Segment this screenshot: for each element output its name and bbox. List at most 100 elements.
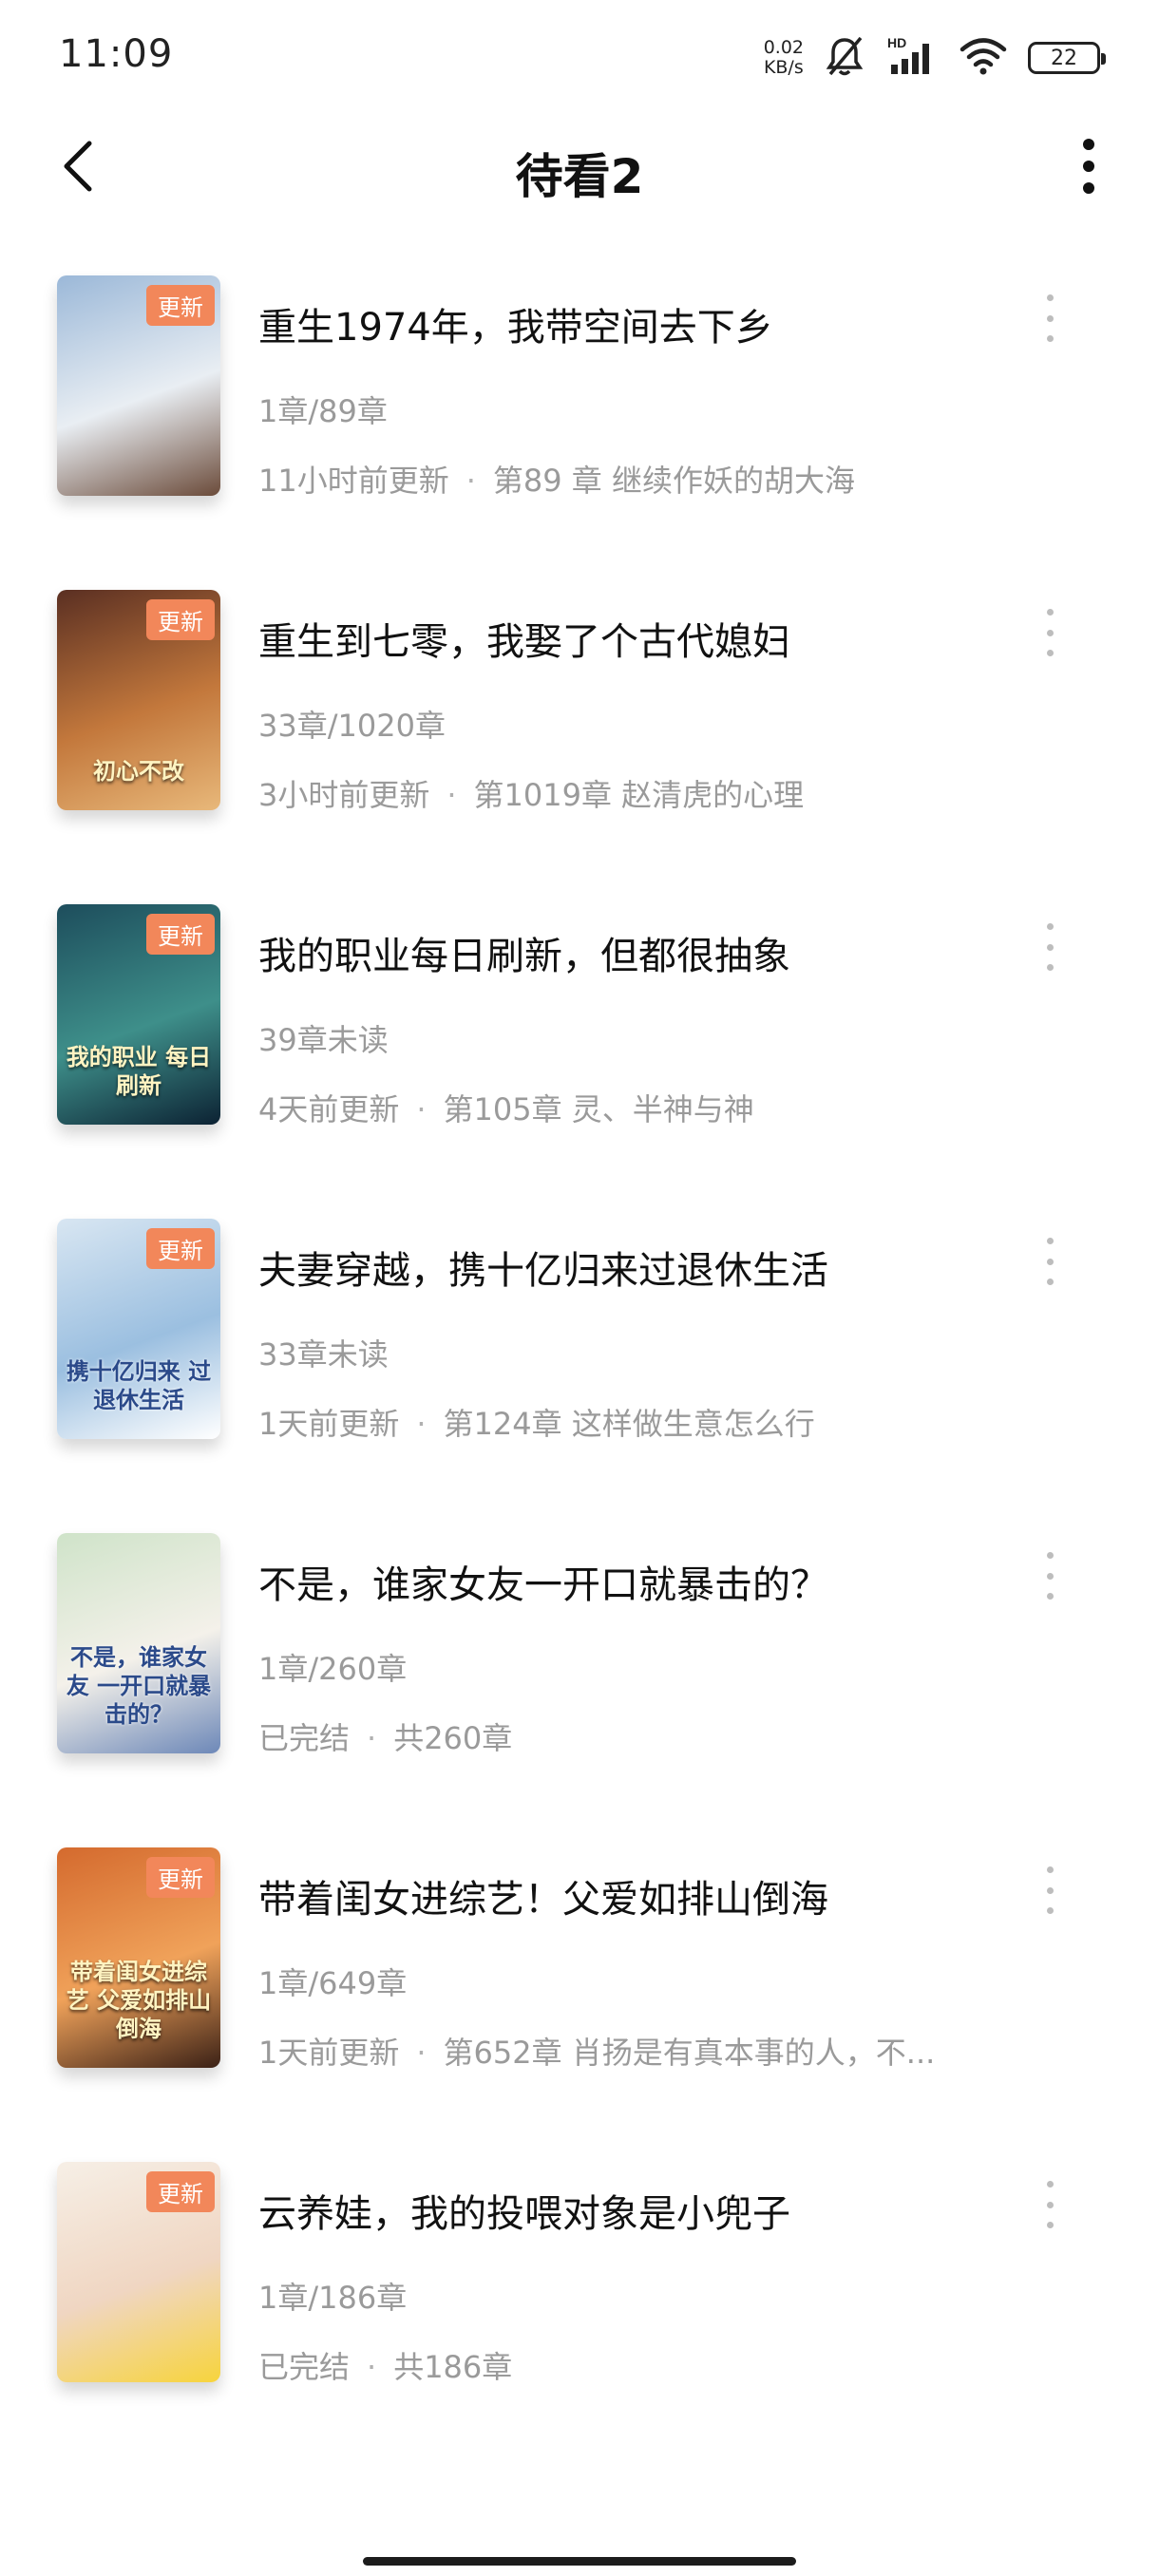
more-dot-icon	[1046, 1866, 1054, 1873]
wifi-icon	[960, 37, 1007, 79]
latest-chapter: 第124章 这样做生意怎么行	[443, 1406, 815, 1442]
book-cover[interactable]: 更新	[57, 2162, 220, 2382]
update-time: 3小时前更新	[258, 777, 430, 813]
item-more-button[interactable]	[1036, 294, 1064, 342]
more-dot-icon	[1046, 1279, 1054, 1285]
book-list-item[interactable]: 携十亿归来 过退休生活 更新夫妻穿越，携十亿归来过退休生活 33章未读 1天前更新 · 第…	[0, 1219, 1159, 1533]
book-title: 重生1974年，我带空间去下乡	[258, 306, 773, 350]
book-progress: 1章/186章	[258, 2280, 408, 2316]
book-list: 更新 重生1974年，我带空间去下乡 1章/89章 11小时前更新 · 第89 章 继续作…	[0, 275, 1159, 2476]
cover-title-text: 不是，谁家女友 一开口就暴击的？	[66, 1644, 212, 1728]
separator-dot: ·	[416, 2035, 427, 2071]
more-dot-icon	[1046, 1886, 1054, 1894]
home-indicator[interactable]	[363, 2557, 796, 2566]
book-update-info: 3小时前更新 · 第1019章 赵清虎的心理	[258, 771, 804, 815]
update-badge: 更新	[146, 2171, 215, 2212]
more-options-button[interactable]	[1060, 135, 1117, 198]
more-dot-icon	[1046, 2201, 1054, 2208]
item-more-button[interactable]	[1036, 2181, 1064, 2228]
book-progress: 33章/1020章	[258, 708, 446, 744]
network-speed: 0.02 KB/s	[764, 38, 804, 78]
status-icons: 0.02 KB/s HD 22	[764, 34, 1106, 82]
item-more-button[interactable]	[1036, 1238, 1064, 1285]
more-dot-icon	[1046, 629, 1054, 636]
more-dot-icon	[1046, 1907, 1054, 1914]
network-speed-value: 0.02	[763, 37, 804, 58]
more-dot-icon	[1046, 943, 1054, 951]
book-title: 不是，谁家女友一开口就暴击的？	[258, 1563, 828, 1607]
book-update-info: 已完结 · 共186章	[258, 2343, 512, 2387]
book-cover[interactable]: 不是，谁家女友 一开口就暴击的？	[57, 1533, 220, 1753]
page-title: 待看2	[515, 149, 644, 204]
update-badge: 更新	[146, 914, 215, 955]
latest-chapter: 共186章	[393, 2349, 513, 2385]
status-time: 11:09	[59, 32, 174, 76]
book-list-item[interactable]: 更新重生1974年，我带空间去下乡 1章/89章 11小时前更新 · 第89 章 继续作…	[0, 275, 1159, 590]
book-title: 重生到七零，我娶了个古代媳妇	[258, 620, 790, 664]
book-cover[interactable]: 携十亿归来 过退休生活 更新	[57, 1219, 220, 1439]
latest-chapter: 共260章	[393, 1720, 513, 1756]
signal-icon: HD	[885, 34, 939, 82]
book-title: 我的职业每日刷新，但都很抽象	[258, 935, 790, 978]
bell-muted-icon	[825, 34, 864, 82]
book-progress: 33章未读	[258, 1336, 389, 1373]
book-progress: 39章未读	[258, 1022, 389, 1058]
item-more-button[interactable]	[1036, 609, 1064, 656]
update-time: 1天前更新	[258, 2035, 400, 2071]
more-dot-icon	[1046, 2181, 1054, 2188]
book-update-info: 1天前更新 · 第124章 这样做生意怎么行	[258, 1400, 815, 1444]
more-dot-icon	[1046, 294, 1054, 301]
more-dot-icon	[1046, 609, 1054, 616]
cover-title-text: 我的职业 每日刷新	[66, 1044, 212, 1099]
book-title: 夫妻穿越，携十亿归来过退休生活	[258, 1249, 828, 1293]
more-dot-icon	[1046, 1238, 1054, 1244]
separator-dot: ·	[446, 777, 457, 813]
network-speed-unit: KB/s	[763, 57, 804, 78]
status-bar: 11:09 0.02 KB/s HD 22	[0, 0, 1159, 114]
more-dot-icon	[1046, 1572, 1054, 1580]
book-update-info: 11小时前更新 · 第89 章 继续作妖的胡大海	[258, 457, 855, 501]
update-time: 已完结	[258, 1720, 351, 1756]
update-time: 4天前更新	[258, 1091, 400, 1127]
more-dot-icon	[1046, 2222, 1054, 2228]
book-cover[interactable]: 更新	[57, 275, 220, 496]
book-cover[interactable]: 初心不改 更新	[57, 590, 220, 810]
item-more-button[interactable]	[1036, 1552, 1064, 1600]
more-dot-icon	[1046, 314, 1054, 322]
latest-chapter: 第105章 灵、半神与神	[443, 1091, 754, 1127]
more-dot-icon	[1046, 650, 1054, 656]
separator-dot: ·	[367, 1720, 377, 1756]
more-dot-icon	[1046, 1552, 1054, 1559]
book-title: 云养娃，我的投喂对象是小兜子	[258, 2192, 790, 2236]
item-more-button[interactable]	[1036, 923, 1064, 971]
update-badge: 更新	[146, 599, 215, 640]
book-update-info: 已完结 · 共260章	[258, 1714, 512, 1758]
book-progress: 1章/649章	[258, 1965, 408, 2001]
cover-title-text: 带着闺女进综艺 父爱如排山倒海	[66, 1959, 212, 2042]
update-badge: 更新	[146, 1228, 215, 1269]
book-list-item[interactable]: 更新 云养娃，我的投喂对象是小兜子 1章/186章 已完结 · 共186章	[0, 2162, 1159, 2476]
separator-dot: ·	[416, 1091, 427, 1127]
more-dot-icon	[1046, 964, 1054, 971]
more-dot-icon	[1046, 335, 1054, 342]
separator-dot: ·	[367, 2349, 377, 2385]
battery-icon: 22	[1028, 42, 1106, 74]
update-badge: 更新	[146, 285, 215, 326]
item-more-button[interactable]	[1036, 1866, 1064, 1914]
book-list-item[interactable]: 不是，谁家女友 一开口就暴击的？ 不是，谁家女友一开口就暴击的？ 1章/260章 已完…	[0, 1533, 1159, 1847]
book-progress: 1章/89章	[258, 393, 388, 429]
book-list-item[interactable]: 初心不改 更新重生到七零，我娶了个古代媳妇 33章/1020章 3小时前更新 · 第101…	[0, 590, 1159, 904]
update-badge: 更新	[146, 1857, 215, 1898]
separator-dot: ·	[466, 463, 476, 499]
book-update-info: 4天前更新 · 第105章 灵、半神与神	[258, 1086, 754, 1129]
book-cover[interactable]: 我的职业 每日刷新 更新	[57, 904, 220, 1125]
cover-title-text: 初心不改	[93, 758, 184, 785]
book-progress: 1章/260章	[258, 1651, 408, 1687]
book-list-item[interactable]: 带着闺女进综艺 父爱如排山倒海 更新带着闺女进综艺！父爱如排山倒海 1章/649章 1…	[0, 1847, 1159, 2162]
more-dot-icon	[1046, 1258, 1054, 1265]
book-list-item[interactable]: 我的职业 每日刷新 更新我的职业每日刷新，但都很抽象 39章未读 4天前更新 · 第105…	[0, 904, 1159, 1219]
cover-title-text: 携十亿归来 过退休生活	[66, 1358, 212, 1413]
latest-chapter: 第1019章 赵清虎的心理	[473, 777, 805, 813]
book-cover[interactable]: 带着闺女进综艺 父爱如排山倒海 更新	[57, 1847, 220, 2068]
book-title: 带着闺女进综艺！父爱如排山倒海	[258, 1878, 828, 1922]
